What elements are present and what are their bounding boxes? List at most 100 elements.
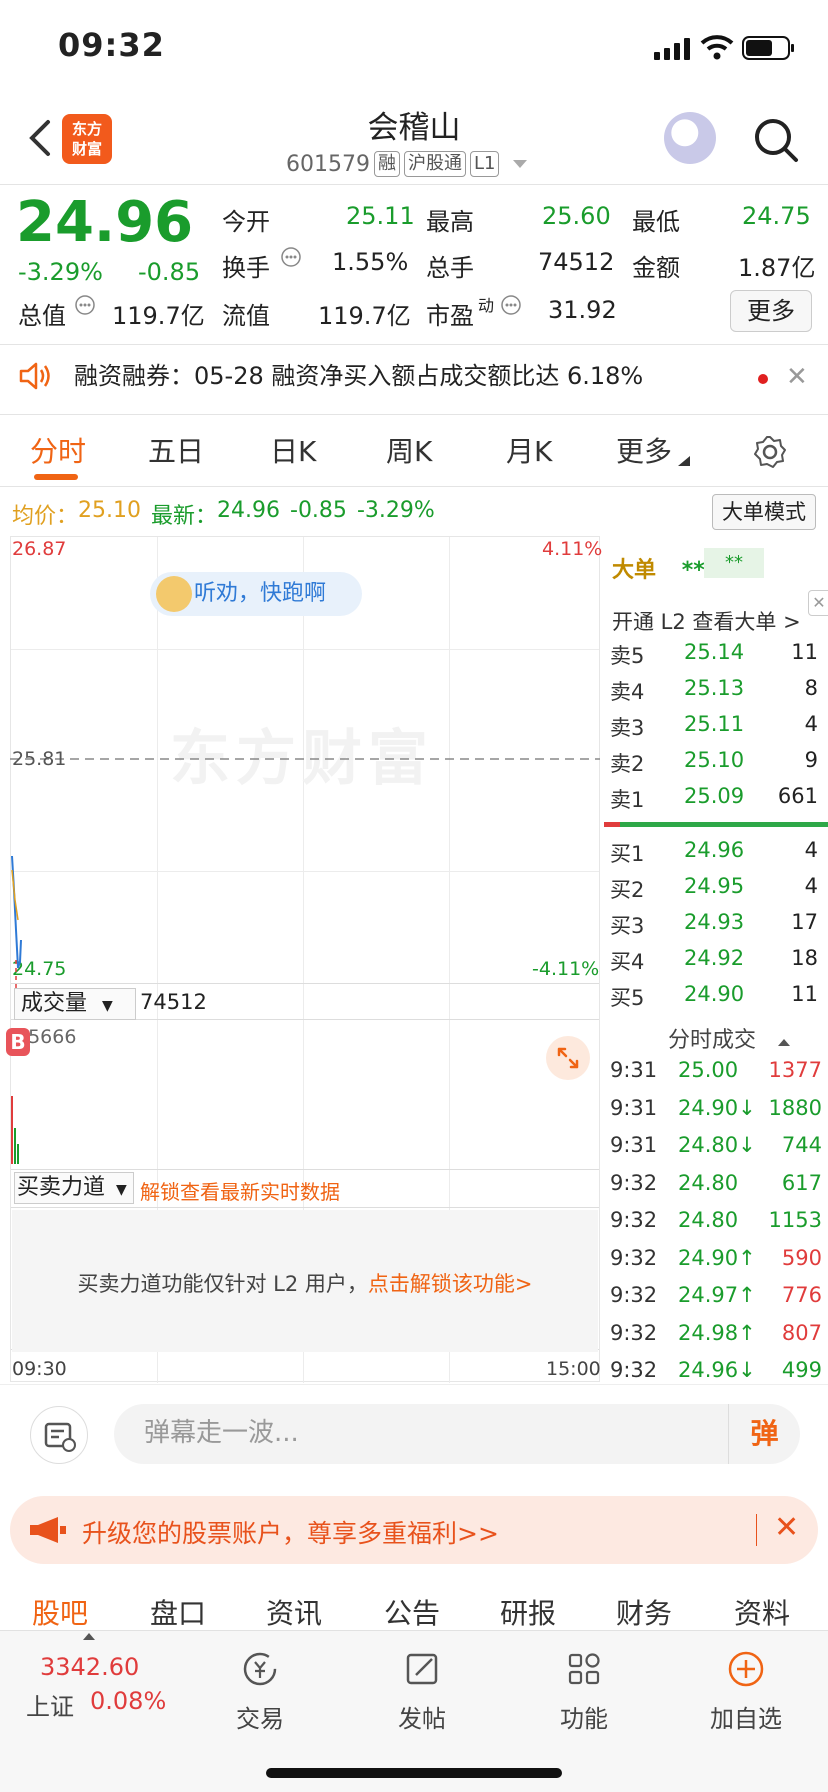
ask-row: 卖1 25.09 661 (610, 784, 820, 818)
tab-daily-k[interactable]: 日K (270, 430, 316, 470)
tick-time: 9:32 (610, 1208, 658, 1232)
tab-profile[interactable]: 资料 (734, 1592, 790, 1632)
promo-text: 升级您的股票账户，尊享多重福利>> (82, 1519, 499, 1548)
gear-icon[interactable] (752, 434, 788, 470)
caret-down-icon (678, 456, 690, 466)
big-order-mode-button[interactable]: 大单模式 (712, 494, 816, 530)
bid-price: 24.96 (684, 838, 745, 862)
pe-label: 市盈 (426, 302, 474, 330)
danmaku-input[interactable]: 弹幕走一波... (114, 1404, 800, 1464)
app-logo: 东方 财富 (62, 114, 112, 164)
big-order-masked: ** (681, 558, 705, 583)
current-price: 24.96 (16, 190, 194, 255)
unlock-feature-link[interactable]: 点击解锁该功能> (368, 1272, 533, 1296)
divider (0, 1384, 828, 1385)
promo-banner[interactable]: 升级您的股票账户，尊享多重福利>> ✕ (10, 1496, 818, 1564)
tick-qty: 1880 (768, 1095, 822, 1120)
indicator-select-buy-sell[interactable]: 买卖力道 ▼ (14, 1172, 134, 1204)
danmaku-settings-icon[interactable] (30, 1406, 88, 1464)
unread-dot (758, 374, 768, 384)
tab-monthly-k[interactable]: 月K (506, 430, 552, 470)
tick-qty: 590 (781, 1245, 822, 1270)
tick-time: 9:32 (610, 1320, 658, 1345)
nav-post-label: 发帖 (398, 1705, 446, 1733)
danmaku-send-button[interactable]: 弹 (728, 1404, 800, 1464)
indicator-select-volume[interactable]: 成交量 ▼ (14, 988, 136, 1020)
tick-row: 9:32 24.90↑ 590 (610, 1246, 824, 1282)
tab-news[interactable]: 资讯 (266, 1592, 322, 1632)
tick-time: 9:32 (610, 1170, 658, 1195)
time-end-label: 15:00 (546, 1358, 601, 1380)
info-icon[interactable] (74, 294, 96, 316)
more-button[interactable]: 更多 (730, 290, 812, 332)
tick-qty: 1377 (768, 1058, 822, 1082)
pct-top-label: 4.11% (542, 538, 603, 560)
unlock-link[interactable]: 解锁查看最新实时数据 (140, 1176, 340, 1205)
trade-icon (243, 1652, 277, 1686)
index-name[interactable]: 上证 (26, 1687, 74, 1722)
amount-label: 金额 (632, 254, 680, 282)
ask-qty: 9 (804, 748, 818, 772)
tab-weekly-k[interactable]: 周K (386, 430, 432, 470)
info-icon[interactable] (280, 246, 302, 268)
avatar (156, 576, 192, 612)
edit-icon (406, 1653, 438, 1685)
tick-row: 9:32 24.96↓ 499 (610, 1358, 824, 1394)
buy-marker[interactable]: B (6, 1028, 30, 1056)
ask-row: 卖4 25.13 8 (610, 676, 820, 710)
latest-value: 24.96 (217, 498, 280, 523)
tab-financials[interactable]: 财务 (616, 1592, 672, 1632)
nav-functions[interactable]: 功能 (514, 1641, 654, 1734)
latest-pct: -3.29% (356, 498, 435, 523)
nav-add-watchlist[interactable]: 加自选 (676, 1641, 816, 1734)
tag-connect: 沪股通 (403, 151, 466, 177)
ask-price: 25.13 (684, 676, 745, 700)
tab-research[interactable]: 研报 (500, 1592, 556, 1632)
close-icon[interactable]: ✕ (774, 1510, 799, 1545)
ask-bid-ratio-red (604, 822, 620, 827)
tab-intraday[interactable]: 分时 (30, 430, 86, 470)
bid-row: 买5 24.90 11 (610, 982, 820, 1016)
tick-row: 9:31 24.80↓ 744 (610, 1133, 824, 1169)
info-icon[interactable] (500, 294, 522, 316)
mktcap-value: 119.7亿 (112, 302, 205, 330)
expand-icon[interactable] (546, 1036, 590, 1080)
bid-level: 买1 (610, 842, 645, 866)
turnover-label: 换手 (222, 254, 270, 282)
tab-five-day[interactable]: 五日 (148, 430, 204, 470)
status-time: 09:32 (58, 26, 165, 64)
robot-assistant-icon[interactable] (664, 112, 716, 164)
ticks-title[interactable]: 分时成交 (668, 1022, 791, 1054)
open-label: 今开 (222, 208, 270, 236)
index-pct[interactable]: 0.08% (90, 1687, 166, 1715)
ask-level: 卖2 (610, 752, 645, 776)
ask-level: 卖1 (610, 788, 645, 812)
notice-text[interactable]: 融资融券：05-28 融资净买入额占成交额比达 6.18% (74, 356, 643, 391)
bid-qty: 4 (804, 838, 818, 862)
index-value[interactable]: 3342.60 (40, 1653, 139, 1681)
tick-time: 9:31 (610, 1058, 658, 1082)
bid-price: 24.90 (684, 982, 745, 1006)
grid-icon (568, 1653, 600, 1685)
back-arrow-icon[interactable] (26, 118, 56, 158)
tab-forum[interactable]: 股吧 (32, 1592, 88, 1632)
search-icon[interactable] (752, 116, 800, 164)
nav-trade[interactable]: 交易 (190, 1641, 330, 1734)
low-value: 24.75 (742, 202, 811, 230)
tab-order-book[interactable]: 盘口 (150, 1592, 206, 1632)
tick-price: 24.80 (678, 1170, 739, 1195)
tick-price: 24.96↓ (678, 1358, 756, 1382)
nav-post[interactable]: 发帖 (352, 1641, 492, 1734)
close-icon[interactable]: ✕ (786, 362, 808, 392)
ask-level: 卖4 (610, 680, 645, 704)
ask-qty: 8 (804, 676, 818, 700)
latest-label: 最新： (151, 504, 218, 529)
bid-price: 24.92 (684, 946, 745, 970)
tab-announcements[interactable]: 公告 (384, 1592, 440, 1632)
tab-more[interactable]: 更多 (616, 430, 672, 470)
divider (0, 344, 828, 345)
close-icon[interactable]: ✕ (808, 590, 828, 616)
stock-code-row[interactable]: 601579 融 沪股通 L1 (286, 150, 529, 178)
ask-row: 卖2 25.10 9 (610, 748, 820, 782)
open-l2-link[interactable]: 开通 L2 查看大单 > (612, 606, 801, 636)
